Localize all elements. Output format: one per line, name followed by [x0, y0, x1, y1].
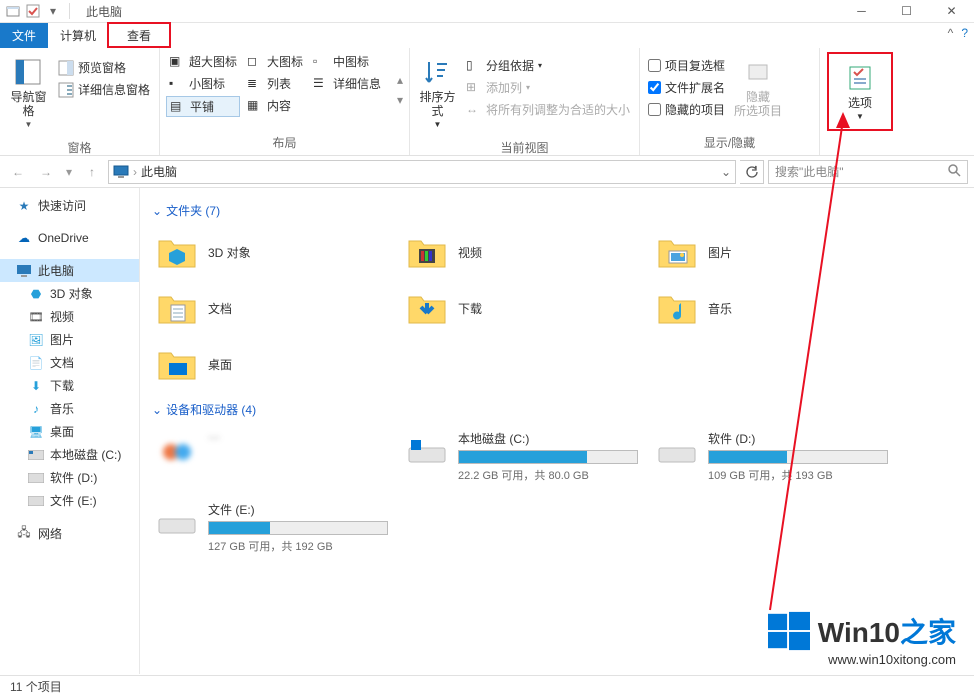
maximize-button[interactable]: ☐	[884, 0, 929, 23]
up-button[interactable]: ↑	[80, 160, 104, 184]
sidebar-desktop[interactable]: 🖥桌面	[0, 420, 139, 443]
folder-documents[interactable]: 文档	[152, 283, 402, 333]
title-bar: ▾ 此电脑 ─ ☐ ✕	[0, 0, 974, 23]
layout-scroll-down[interactable]: ▾	[397, 93, 403, 107]
sidebar-drive-d[interactable]: 软件 (D:)	[0, 466, 139, 489]
nav-pane-button[interactable]: 导航窗格 ▼	[6, 52, 51, 133]
ribbon: 导航窗格 ▼ 预览窗格 详细信息窗格 窗格 ▣超大图标 ▪小图标 ▤平铺	[0, 48, 974, 156]
group-current-view: 排序方式 ▼ ▯分组依据 ▾ ⊞添加列 ▾ ↔将所有列调整为合适的大小 当前视图	[410, 48, 640, 155]
sidebar-3d-objects[interactable]: ⬣3D 对象	[0, 282, 139, 305]
group-panes: 导航窗格 ▼ 预览窗格 详细信息窗格 窗格	[0, 48, 160, 155]
drive-c-usage-bar	[458, 450, 638, 464]
sidebar-drive-c[interactable]: 本地磁盘 (C:)	[0, 443, 139, 466]
folder-desktop[interactable]: 桌面	[152, 339, 402, 389]
folder-3d-objects[interactable]: 3D 对象	[152, 227, 402, 277]
address-bar[interactable]: › 此电脑 ⌄	[108, 160, 736, 184]
checkbox-hidden-items[interactable]: 隐藏的项目	[646, 100, 727, 119]
drive-d[interactable]: 软件 (D:) 109 GB 可用，共 193 GB	[652, 426, 902, 487]
ribbon-tabs: 文件 计算机 查看 ^ ?	[0, 23, 974, 48]
layout-small[interactable]: ▪小图标	[166, 74, 240, 93]
sidebar-music[interactable]: ♪音乐	[0, 397, 139, 420]
chevron-down-icon: ⌄	[152, 403, 162, 417]
qat-dropdown-icon[interactable]: ▾	[45, 3, 61, 19]
drive-d-usage-bar	[708, 450, 888, 464]
dropdown-caret-icon: ▼	[434, 120, 442, 129]
ribbon-collapse-button[interactable]: ^	[948, 26, 954, 40]
drive-e[interactable]: 文件 (E:) 127 GB 可用，共 192 GB	[152, 497, 402, 558]
navigation-bar: ← → ▾ ↑ › 此电脑 ⌄ 搜索"此电脑"	[0, 156, 974, 188]
folder-videos[interactable]: 视频	[402, 227, 652, 277]
sidebar-downloads[interactable]: ⬇下载	[0, 374, 139, 397]
windows-logo-icon	[768, 610, 810, 652]
drive-wps[interactable]: ···	[152, 426, 402, 487]
search-box[interactable]: 搜索"此电脑"	[768, 160, 968, 184]
drive-c[interactable]: 本地磁盘 (C:) 22.2 GB 可用，共 80.0 GB	[402, 426, 652, 487]
details-pane-button[interactable]: 详细信息窗格	[55, 80, 153, 99]
tab-file[interactable]: 文件	[0, 23, 48, 48]
content-area: ⌄文件夹 (7) 3D 对象 视频 图片 文档 下载 音乐 桌面 ⌄设备和驱动器…	[140, 188, 974, 674]
sidebar-documents[interactable]: 📄文档	[0, 351, 139, 374]
group-by-button[interactable]: ▯分组依据 ▾	[463, 56, 633, 75]
separator	[69, 3, 70, 19]
drive-e-usage-bar	[208, 521, 388, 535]
options-button[interactable]: 选项 ▼	[833, 58, 887, 125]
layout-medium[interactable]: ▫中图标	[310, 52, 384, 71]
minimize-button[interactable]: ─	[839, 0, 884, 23]
search-icon	[947, 163, 961, 180]
sidebar-thispc[interactable]: 此电脑	[0, 259, 139, 282]
checkbox-file-extensions[interactable]: 文件扩展名	[646, 78, 727, 97]
sidebar-quick-access[interactable]: ★快速访问	[0, 194, 139, 217]
folder-music[interactable]: 音乐	[652, 283, 902, 333]
qat-checkbox-icon[interactable]	[25, 3, 41, 19]
thispc-icon	[113, 164, 129, 180]
sidebar-onedrive[interactable]: ☁OneDrive	[0, 227, 139, 249]
layout-large[interactable]: ◻大图标	[244, 52, 306, 71]
tab-computer[interactable]: 计算机	[48, 23, 108, 48]
section-folders-header[interactable]: ⌄文件夹 (7)	[152, 202, 962, 219]
dropdown-caret-icon: ▼	[25, 120, 33, 129]
add-columns-button: ⊞添加列 ▾	[463, 78, 633, 97]
layout-tiles[interactable]: ▤平铺	[166, 96, 240, 117]
back-button[interactable]: ←	[6, 160, 30, 184]
checkbox-item-checkboxes[interactable]: 项目复选框	[646, 56, 727, 75]
chevron-down-icon: ⌄	[152, 204, 162, 218]
folder-pictures[interactable]: 图片	[652, 227, 902, 277]
help-button[interactable]: ?	[961, 26, 968, 40]
size-all-columns-button: ↔将所有列调整为合适的大小	[463, 100, 633, 119]
watermark: Win10之家 www.win10xitong.com	[768, 610, 956, 667]
status-item-count: 11 个项目	[10, 678, 62, 695]
forward-button[interactable]: →	[34, 160, 58, 184]
explorer-icon	[5, 3, 21, 19]
layout-content[interactable]: ▦内容	[244, 96, 306, 115]
group-show-hide: 项目复选框 文件扩展名 隐藏的项目 隐藏 所选项目 显示/隐藏	[640, 48, 820, 155]
refresh-button[interactable]	[740, 160, 764, 184]
layout-list[interactable]: ≣列表	[244, 74, 306, 93]
navigation-pane: ★快速访问 ☁OneDrive 此电脑 ⬣3D 对象 🎞视频 🖼图片 📄文档 ⬇…	[0, 188, 140, 674]
section-drives-header[interactable]: ⌄设备和驱动器 (4)	[152, 401, 962, 418]
group-layout: ▣超大图标 ▪小图标 ▤平铺 ◻大图标 ≣列表 ▦内容 ▫中图标 ☰详细信息 ▴…	[160, 48, 410, 155]
dropdown-caret-icon: ▼	[856, 112, 864, 121]
group-options: 选项 ▼	[820, 48, 900, 155]
history-dropdown[interactable]: ▾	[62, 160, 76, 184]
sidebar-pictures[interactable]: 🖼图片	[0, 328, 139, 351]
status-bar: 11 个项目	[0, 675, 974, 697]
sidebar-network[interactable]: 🖧网络	[0, 522, 139, 545]
sort-by-button[interactable]: 排序方式 ▼	[416, 52, 459, 133]
sidebar-drive-e[interactable]: 文件 (E:)	[0, 489, 139, 512]
folder-downloads[interactable]: 下载	[402, 283, 652, 333]
layout-details[interactable]: ☰详细信息	[310, 74, 384, 93]
body: ★快速访问 ☁OneDrive 此电脑 ⬣3D 对象 🎞视频 🖼图片 📄文档 ⬇…	[0, 188, 974, 674]
hide-selected-button: 隐藏 所选项目	[731, 52, 785, 122]
preview-pane-button[interactable]: 预览窗格	[55, 58, 153, 77]
close-button[interactable]: ✕	[929, 0, 974, 23]
layout-extra-large[interactable]: ▣超大图标	[166, 52, 240, 71]
window-title: 此电脑	[86, 3, 122, 20]
layout-scroll-up[interactable]: ▴	[397, 73, 403, 87]
address-dropdown-icon[interactable]: ⌄	[721, 165, 731, 179]
tab-view[interactable]: 查看	[107, 22, 171, 48]
sidebar-videos[interactable]: 🎞视频	[0, 305, 139, 328]
